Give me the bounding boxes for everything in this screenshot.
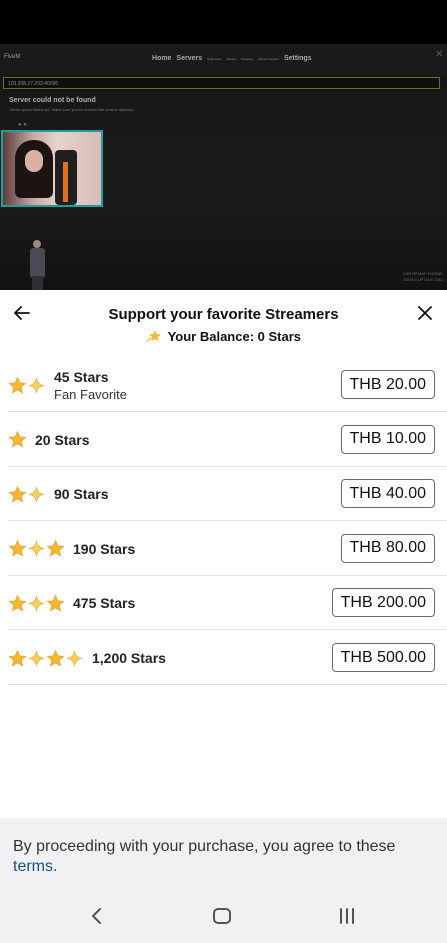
support-sheet: Support your favorite Streamers Your Bal… — [0, 290, 447, 818]
tier-subtitle: Fan Favorite — [54, 386, 127, 402]
game-nav-servers: Servers — [176, 55, 203, 62]
tier-labels: 190 Stars — [73, 522, 135, 576]
tier-amount: 20 Stars — [35, 431, 90, 448]
star-icon — [8, 594, 27, 612]
nav-recents-icon[interactable] — [335, 904, 359, 928]
webcam-overlay — [1, 130, 103, 207]
sparkle-icon — [28, 541, 45, 557]
game-error-text: Server query timed out. Make sure you've… — [9, 107, 135, 112]
shooting-star-icon — [146, 330, 161, 342]
game-topbar: FiveM Home Servers Supporters History Fa… — [0, 44, 447, 74]
webcam-streamer-face — [25, 150, 43, 172]
tier-amount: 90 Stars — [54, 486, 109, 503]
star-icon — [8, 376, 27, 393]
star-tier-row[interactable]: 20 Stars THB 10.00 — [0, 413, 447, 467]
star-icon — [8, 430, 27, 448]
tier-star-icons — [8, 522, 65, 576]
tier-star-icons — [8, 358, 46, 412]
tier-labels: 475 Stars — [73, 576, 135, 630]
game-nav: Home Servers Supporters History Favorite… — [152, 55, 315, 62]
webcam-chair-stripe — [63, 162, 68, 202]
sparkle-icon — [28, 595, 45, 612]
close-icon[interactable] — [415, 303, 435, 323]
game-nav-history: History — [226, 57, 237, 61]
balance: Your Balance: 0 Stars — [0, 329, 447, 344]
game-character-head — [33, 240, 41, 248]
game-nav-recent: Recent Servers — [258, 57, 279, 61]
nav-home-icon[interactable] — [210, 904, 234, 928]
star-tier-row[interactable]: 475 Stars THB 200.00 — [0, 576, 447, 631]
star-tier-row[interactable]: 190 Stars THB 80.00 — [0, 522, 447, 576]
tier-amount: 190 Stars — [73, 540, 136, 557]
star-tier-row[interactable]: 1,200 Stars THB 500.00 — [0, 631, 447, 685]
game-nav-settings: Settings — [283, 55, 312, 62]
game-error-title: Server could not be found — [9, 97, 96, 104]
tier-divider — [8, 684, 447, 685]
game-close-icon: ✕ — [435, 49, 444, 60]
sparkle-icon — [66, 650, 83, 666]
tier-amount: 45 Stars — [54, 368, 109, 385]
star-icon — [8, 649, 27, 666]
game-watermark: CAR REMAP ENGINE SATAN UPTALK 1283 — [402, 271, 443, 282]
star-icon — [46, 594, 65, 612]
game-nav-supporters: Supporters — [207, 57, 222, 61]
star-icon — [8, 540, 27, 557]
tier-price-button[interactable]: THB 80.00 — [340, 533, 435, 563]
sparkle-icon — [28, 486, 45, 502]
tier-price-button[interactable]: THB 500.00 — [331, 643, 435, 672]
status-bar — [0, 0, 447, 44]
star-icon — [46, 649, 65, 666]
tier-star-icons — [8, 576, 65, 630]
star-tier-row[interactable]: 45 Stars Fan Favorite THB 20.00 — [0, 358, 447, 412]
game-character-legs — [32, 276, 43, 290]
sheet-title: Support your favorite Streamers — [108, 306, 339, 323]
balance-label: Your Balance: — [167, 329, 255, 344]
terms-period: . — [53, 858, 58, 875]
terms-text: By proceeding with your purchase, you ag… — [13, 837, 433, 877]
game-logo: FiveM — [4, 54, 21, 60]
tier-price-button[interactable]: THB 200.00 — [331, 588, 435, 618]
terms-link[interactable]: terms — [13, 858, 53, 875]
tier-price-button[interactable]: THB 20.00 — [340, 370, 435, 399]
stream-video[interactable]: FiveM Home Servers Supporters History Fa… — [0, 44, 447, 290]
system-nav-bar — [0, 890, 447, 943]
tier-amount: 475 Stars — [73, 595, 136, 612]
tier-star-icons — [8, 631, 84, 685]
tier-amount: 1,200 Stars — [92, 650, 166, 666]
game-character-body — [30, 248, 45, 278]
balance-value: 0 Stars — [257, 329, 302, 344]
tier-star-icons — [8, 413, 27, 467]
tier-labels: 90 Stars — [54, 467, 108, 521]
tier-price-button[interactable]: THB 10.00 — [340, 424, 435, 454]
star-icon — [8, 485, 27, 503]
tier-labels: 20 Stars — [35, 413, 89, 467]
tier-star-icons — [8, 467, 46, 521]
terms-area: By proceeding with your purchase, you ag… — [0, 818, 447, 890]
tier-price-button[interactable]: THB 40.00 — [340, 479, 435, 509]
star-icon — [46, 540, 65, 557]
game-nav-home: Home — [152, 55, 172, 62]
tier-labels: 1,200 Stars — [92, 631, 166, 685]
game-address-field: 103.208.27.203:40096 — [3, 77, 440, 89]
terms-prefix: By proceeding with your purchase, you ag… — [13, 838, 396, 855]
game-dots: ● ● — [18, 122, 27, 128]
game-nav-favorites: Favorites — [241, 57, 254, 61]
sparkle-icon — [28, 377, 45, 393]
sparkle-icon — [28, 650, 45, 666]
star-tier-row[interactable]: 90 Stars THB 40.00 — [0, 467, 447, 522]
nav-back-icon[interactable] — [85, 904, 109, 928]
tier-labels: 45 Stars Fan Favorite — [54, 358, 127, 412]
